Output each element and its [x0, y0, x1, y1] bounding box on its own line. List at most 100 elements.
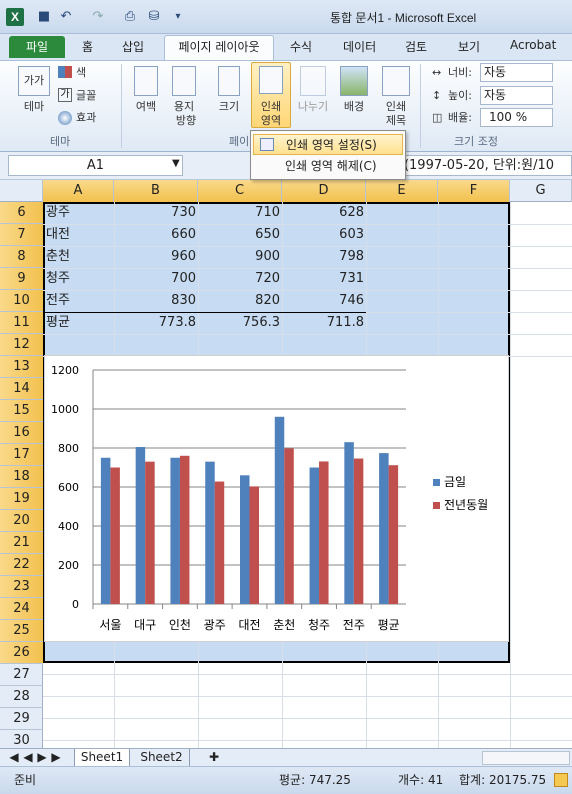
tab-page-layout[interactable]: 페이지 레이아웃 — [164, 35, 274, 60]
row-header[interactable]: 28 — [0, 686, 43, 708]
print-titles-label-1[interactable]: 인쇄 — [378, 100, 414, 113]
value-cell[interactable]: 710 — [198, 202, 280, 224]
width-select[interactable]: 자동 — [480, 63, 553, 82]
region-cell[interactable]: 청주 — [46, 268, 114, 290]
column-header[interactable]: D — [282, 180, 366, 202]
tab-formulas[interactable]: 수식 — [290, 38, 312, 55]
margins-icon[interactable] — [134, 66, 158, 96]
column-header[interactable]: E — [366, 180, 438, 202]
region-cell[interactable]: 평균 — [46, 312, 114, 334]
breaks-icon[interactable] — [300, 66, 326, 96]
row-header[interactable]: 15 — [0, 400, 43, 422]
value-cell[interactable]: 660 — [114, 224, 196, 246]
row-header[interactable]: 26 — [0, 642, 43, 664]
last-sheet-icon[interactable]: ▶ — [50, 749, 62, 767]
column-header[interactable]: G — [510, 180, 572, 202]
print-icon[interactable]: ⎙ — [122, 9, 138, 25]
value-cell[interactable]: 711.8 — [282, 312, 364, 334]
column-header[interactable]: A — [43, 180, 114, 202]
row-header[interactable]: 12 — [0, 334, 43, 356]
set-print-area-item[interactable]: 인쇄 영역 설정(S) — [253, 134, 403, 155]
value-cell[interactable]: 798 — [282, 246, 364, 268]
value-cell[interactable]: 700 — [114, 268, 196, 290]
value-cell[interactable]: 830 — [114, 290, 196, 312]
row-header[interactable]: 25 — [0, 620, 43, 642]
tab-insert[interactable]: 삽입 — [122, 38, 144, 55]
height-select[interactable]: 자동 — [480, 86, 553, 105]
themes-icon[interactable]: 가가 — [18, 66, 50, 96]
row-header[interactable]: 14 — [0, 378, 43, 400]
region-cell[interactable]: 춘천 — [46, 246, 114, 268]
prev-sheet-icon[interactable]: ◀ — [22, 749, 34, 767]
region-cell[interactable]: 대전 — [46, 224, 114, 246]
column-header[interactable]: F — [438, 180, 510, 202]
value-cell[interactable]: 730 — [114, 202, 196, 224]
row-header[interactable]: 20 — [0, 510, 43, 532]
tab-data[interactable]: 데이터 — [343, 38, 376, 55]
effects-icon[interactable] — [58, 111, 72, 125]
row-header[interactable]: 9 — [0, 268, 43, 290]
row-header[interactable]: 27 — [0, 664, 43, 686]
sheet-tab-sheet1[interactable]: Sheet1 — [74, 749, 130, 767]
value-cell[interactable]: 628 — [282, 202, 364, 224]
background-icon[interactable] — [340, 66, 368, 96]
colors-icon[interactable] — [58, 66, 72, 78]
row-header[interactable]: 23 — [0, 576, 43, 598]
orientation-label-1[interactable]: 용지 — [166, 100, 202, 113]
effects-button-label[interactable]: 효과 — [76, 111, 96, 124]
region-cell[interactable]: 전주 — [46, 290, 114, 312]
horizontal-scrollbar[interactable] — [482, 751, 570, 765]
save-icon[interactable]: ■ — [36, 9, 52, 25]
excel-logo-icon[interactable]: X — [6, 8, 24, 26]
redo-icon[interactable]: ↷ — [90, 9, 106, 25]
value-cell[interactable]: 720 — [198, 268, 280, 290]
margins-button-label[interactable]: 여백 — [128, 100, 164, 113]
formula-input[interactable]: 격(1997-05-20, 단위:원/10 — [388, 155, 572, 176]
themes-button-label[interactable]: 테마 — [14, 100, 54, 113]
row-header[interactable]: 17 — [0, 444, 43, 466]
scale-input[interactable]: 100 % — [480, 108, 553, 127]
colors-button-label[interactable]: 색 — [76, 66, 86, 79]
name-box-dropdown-icon[interactable]: ▼ — [172, 158, 180, 169]
row-header[interactable]: 10 — [0, 290, 43, 312]
size-icon[interactable] — [218, 66, 240, 96]
row-header[interactable]: 8 — [0, 246, 43, 268]
value-cell[interactable]: 900 — [198, 246, 280, 268]
column-header[interactable]: C — [198, 180, 282, 202]
row-header[interactable]: 29 — [0, 708, 43, 730]
row-header[interactable]: 11 — [0, 312, 43, 334]
chart-area[interactable]: 0 200 400 600 800 1000 1200 서울 대구 인천 광주 대전 춘천 청주 전주 평균 금… — [44, 355, 509, 642]
clear-print-area-item[interactable]: 인쇄 영역 해제(C) — [253, 156, 403, 177]
value-cell[interactable]: 746 — [282, 290, 364, 312]
tab-home[interactable]: 홈 — [82, 38, 93, 55]
tab-acrobat[interactable]: Acrobat — [510, 38, 556, 52]
row-header[interactable]: 6 — [0, 202, 43, 224]
row-header[interactable]: 21 — [0, 532, 43, 554]
value-cell[interactable]: 731 — [282, 268, 364, 290]
undo-icon[interactable]: ↶ — [58, 9, 74, 25]
region-cell[interactable]: 광주 — [46, 202, 114, 224]
row-header[interactable]: 7 — [0, 224, 43, 246]
print-area-label-1[interactable]: 인쇄 — [251, 100, 291, 113]
size-button-label[interactable]: 크기 — [212, 100, 246, 113]
row-header[interactable]: 16 — [0, 422, 43, 444]
name-box[interactable]: A1 — [8, 155, 183, 176]
print-area-icon[interactable] — [259, 66, 283, 94]
row-header[interactable]: 24 — [0, 598, 43, 620]
row-header[interactable]: 18 — [0, 466, 43, 488]
orientation-icon[interactable] — [172, 66, 196, 96]
insert-sheet-icon[interactable]: ✚ — [204, 749, 224, 767]
print-titles-icon[interactable] — [382, 66, 410, 96]
fonts-icon[interactable]: 가 — [58, 88, 72, 102]
print-area-label-2[interactable]: 영역 — [251, 114, 291, 127]
fonts-button-label[interactable]: 글꼴 — [76, 89, 96, 102]
background-button-label[interactable]: 배경 — [336, 100, 372, 113]
breaks-button-label[interactable]: 나누기 — [294, 100, 332, 113]
row-header[interactable]: 22 — [0, 554, 43, 576]
select-all-corner[interactable] — [0, 180, 43, 202]
column-header[interactable]: B — [114, 180, 198, 202]
value-cell[interactable]: 960 — [114, 246, 196, 268]
print-titles-label-2[interactable]: 제목 — [378, 114, 414, 127]
value-cell[interactable]: 603 — [282, 224, 364, 246]
value-cell[interactable]: 650 — [198, 224, 280, 246]
